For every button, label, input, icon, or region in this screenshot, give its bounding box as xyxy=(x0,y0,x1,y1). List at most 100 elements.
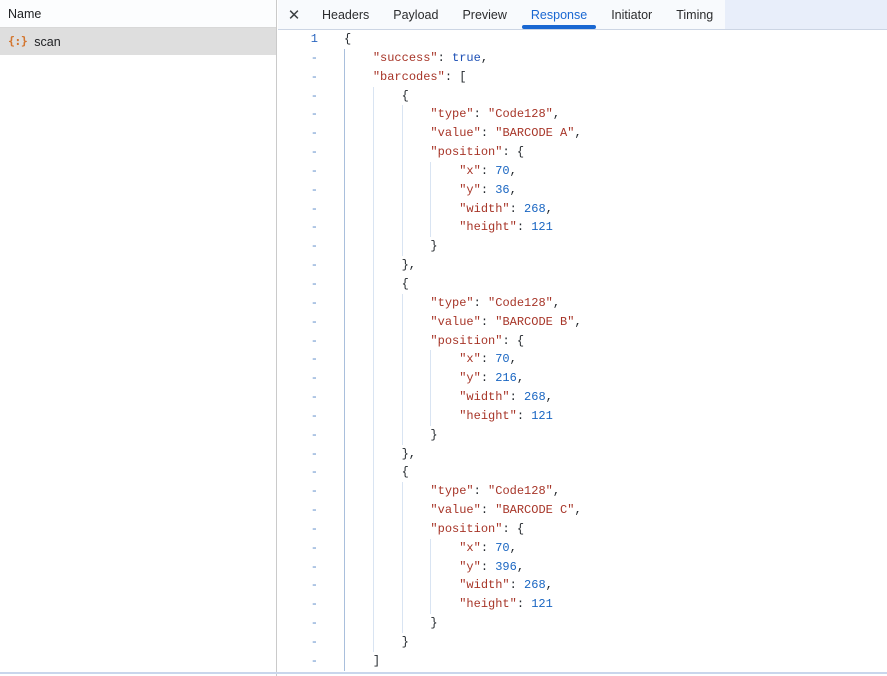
indent-guide xyxy=(373,181,374,200)
code-line: - "width": 268, xyxy=(278,200,887,219)
network-request-row-scan[interactable]: {:} scan xyxy=(0,28,276,55)
gutter-line-number: - xyxy=(278,633,318,652)
indent-guide xyxy=(344,558,345,577)
indent-guide xyxy=(344,237,345,256)
code-line: - "height": 121 xyxy=(278,218,887,237)
indent-guide xyxy=(344,313,345,332)
code-line: - "type": "Code128", xyxy=(278,105,887,124)
indent-guide xyxy=(402,237,403,256)
gutter-line-number: - xyxy=(278,539,318,558)
indent-guide xyxy=(402,105,403,124)
code-line: - "x": 70, xyxy=(278,162,887,181)
gutter-line-number: - xyxy=(278,388,318,407)
gutter-line-number: - xyxy=(278,181,318,200)
indent-guide xyxy=(430,181,431,200)
code-line: - "success": true, xyxy=(278,49,887,68)
indent-guide xyxy=(373,388,374,407)
tab-headers[interactable]: Headers xyxy=(310,0,381,29)
tab-preview[interactable]: Preview xyxy=(450,0,518,29)
response-json-viewer[interactable]: 1{- "success": true,- "barcodes": [- {- … xyxy=(278,30,887,671)
indent-guide xyxy=(430,558,431,577)
indent-guide xyxy=(373,162,374,181)
indent-guide xyxy=(430,407,431,426)
name-column-header[interactable]: Name xyxy=(0,0,276,28)
code-line: - "type": "Code128", xyxy=(278,482,887,501)
indent-guide xyxy=(344,652,345,671)
indent-guide xyxy=(402,482,403,501)
tab-initiator[interactable]: Initiator xyxy=(599,0,664,29)
indent-guide xyxy=(344,463,345,482)
indent-guide xyxy=(430,200,431,219)
code-line: - "type": "Code128", xyxy=(278,294,887,313)
indent-guide xyxy=(344,49,345,68)
gutter-line-number: - xyxy=(278,87,318,106)
indent-guide xyxy=(344,369,345,388)
gutter-line-number: - xyxy=(278,218,318,237)
indent-guide xyxy=(344,256,345,275)
code-line: - }, xyxy=(278,256,887,275)
tab-timing[interactable]: Timing xyxy=(664,0,725,29)
indent-guide xyxy=(373,445,374,464)
indent-guide xyxy=(402,181,403,200)
indent-guide xyxy=(373,105,374,124)
indent-guide xyxy=(344,501,345,520)
indent-guide xyxy=(402,426,403,445)
gutter-line-number: - xyxy=(278,426,318,445)
code-line: - { xyxy=(278,463,887,482)
code-line: - "y": 36, xyxy=(278,181,887,200)
indent-guide xyxy=(402,313,403,332)
gutter-line-number: - xyxy=(278,105,318,124)
indent-guide xyxy=(373,294,374,313)
indent-guide xyxy=(430,539,431,558)
code-line: - "position": { xyxy=(278,143,887,162)
code-line: - "position": { xyxy=(278,520,887,539)
indent-guide xyxy=(430,388,431,407)
indent-guide xyxy=(373,539,374,558)
indent-guide xyxy=(373,332,374,351)
gutter-line-number: - xyxy=(278,124,318,143)
indent-guide xyxy=(373,218,374,237)
indent-guide xyxy=(344,426,345,445)
gutter-line-number: - xyxy=(278,143,318,162)
gutter-line-number: - xyxy=(278,332,318,351)
gutter-line-number: - xyxy=(278,313,318,332)
gutter-line-number: - xyxy=(278,200,318,219)
gutter-line-number: - xyxy=(278,350,318,369)
tab-payload[interactable]: Payload xyxy=(381,0,450,29)
code-line: - "barcodes": [ xyxy=(278,68,887,87)
indent-guide xyxy=(373,256,374,275)
request-detail-panel: ✕ Headers Payload Preview Response Initi… xyxy=(278,0,887,676)
indent-guide xyxy=(344,332,345,351)
indent-guide xyxy=(344,294,345,313)
gutter-line-number: 1 xyxy=(278,30,318,49)
gutter-line-number: - xyxy=(278,576,318,595)
indent-guide xyxy=(344,445,345,464)
code-line: - ] xyxy=(278,652,887,671)
indent-guide xyxy=(373,407,374,426)
indent-guide xyxy=(373,369,374,388)
indent-guide xyxy=(373,87,374,106)
indent-guide xyxy=(402,388,403,407)
close-icon[interactable]: ✕ xyxy=(278,0,310,29)
tab-response[interactable]: Response xyxy=(519,0,599,29)
bottom-divider xyxy=(0,672,887,674)
gutter-line-number: - xyxy=(278,49,318,68)
indent-guide xyxy=(344,539,345,558)
indent-guide xyxy=(344,482,345,501)
code-line: - "width": 268, xyxy=(278,388,887,407)
indent-guide xyxy=(344,124,345,143)
indent-guide xyxy=(402,501,403,520)
indent-guide xyxy=(402,520,403,539)
code-line: - } xyxy=(278,633,887,652)
gutter-line-number: - xyxy=(278,652,318,671)
gutter-line-number: - xyxy=(278,614,318,633)
indent-guide xyxy=(402,369,403,388)
indent-guide xyxy=(373,237,374,256)
tabbar-filler xyxy=(725,0,887,29)
indent-guide xyxy=(373,482,374,501)
indent-guide xyxy=(430,350,431,369)
gutter-line-number: - xyxy=(278,445,318,464)
indent-guide xyxy=(402,539,403,558)
indent-guide xyxy=(344,633,345,652)
code-line: - } xyxy=(278,237,887,256)
